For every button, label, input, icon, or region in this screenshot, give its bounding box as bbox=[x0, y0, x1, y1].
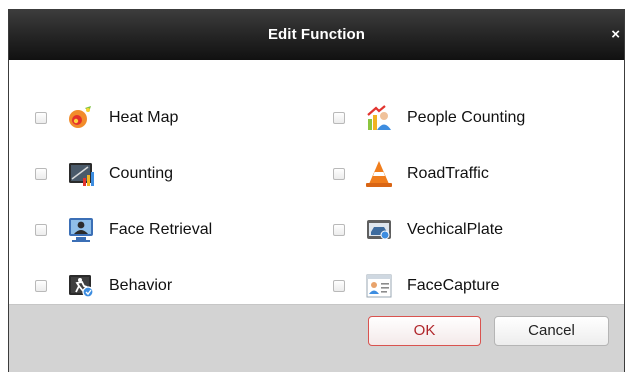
function-label-face-retrieval: Face Retrieval bbox=[109, 221, 213, 238]
people-counting-checkbox[interactable] bbox=[333, 112, 345, 124]
function-item-vehicle-plate[interactable]: VechicalPlate bbox=[333, 214, 503, 246]
people-counting-icon bbox=[367, 105, 391, 130]
function-item-counting[interactable]: Counting bbox=[35, 158, 173, 190]
face-retrieval-checkbox[interactable] bbox=[35, 224, 47, 236]
function-label-vehicle-plate: VechicalPlate bbox=[407, 221, 504, 238]
function-item-heat-map[interactable]: Heat Map bbox=[35, 102, 178, 134]
vehicle-plate-icon bbox=[367, 220, 391, 240]
function-label-heat-map: Heat Map bbox=[109, 109, 179, 126]
function-item-face-capture[interactable]: FaceCapture bbox=[333, 270, 500, 302]
function-item-people-counting[interactable]: People Counting bbox=[333, 102, 525, 134]
close-icon[interactable]: × bbox=[611, 9, 620, 60]
heat-map-checkbox[interactable] bbox=[35, 112, 47, 124]
function-item-road-traffic[interactable]: RoadTraffic bbox=[333, 158, 489, 190]
behavior-checkbox[interactable] bbox=[35, 280, 47, 292]
counting-checkbox[interactable] bbox=[35, 168, 47, 180]
function-list: Heat Map Counting Face Retrieval Behavio… bbox=[9, 60, 624, 304]
ok-button[interactable]: OK bbox=[368, 316, 481, 346]
function-label-face-capture: FaceCapture bbox=[407, 277, 500, 294]
heat-map-icon bbox=[69, 106, 91, 128]
function-label-people-counting: People Counting bbox=[407, 109, 526, 126]
function-item-behavior[interactable]: Behavior bbox=[35, 270, 172, 302]
face-capture-icon bbox=[366, 274, 392, 298]
function-label-counting: Counting bbox=[109, 165, 174, 182]
function-label-road-traffic: RoadTraffic bbox=[407, 165, 489, 182]
counting-icon bbox=[69, 163, 94, 186]
cancel-button[interactable]: Cancel bbox=[494, 316, 609, 346]
vehicle-plate-checkbox[interactable] bbox=[333, 224, 345, 236]
dialog-title: Edit Function bbox=[267, 26, 366, 43]
road-traffic-icon bbox=[366, 161, 392, 187]
function-item-face-retrieval[interactable]: Face Retrieval bbox=[35, 214, 212, 246]
road-traffic-checkbox[interactable] bbox=[333, 168, 345, 180]
function-label-behavior: Behavior bbox=[109, 277, 173, 294]
face-retrieval-icon bbox=[69, 218, 93, 242]
dialog-titlebar: Edit Function × bbox=[9, 9, 624, 60]
behavior-icon bbox=[69, 275, 94, 298]
face-capture-checkbox[interactable] bbox=[333, 280, 345, 292]
